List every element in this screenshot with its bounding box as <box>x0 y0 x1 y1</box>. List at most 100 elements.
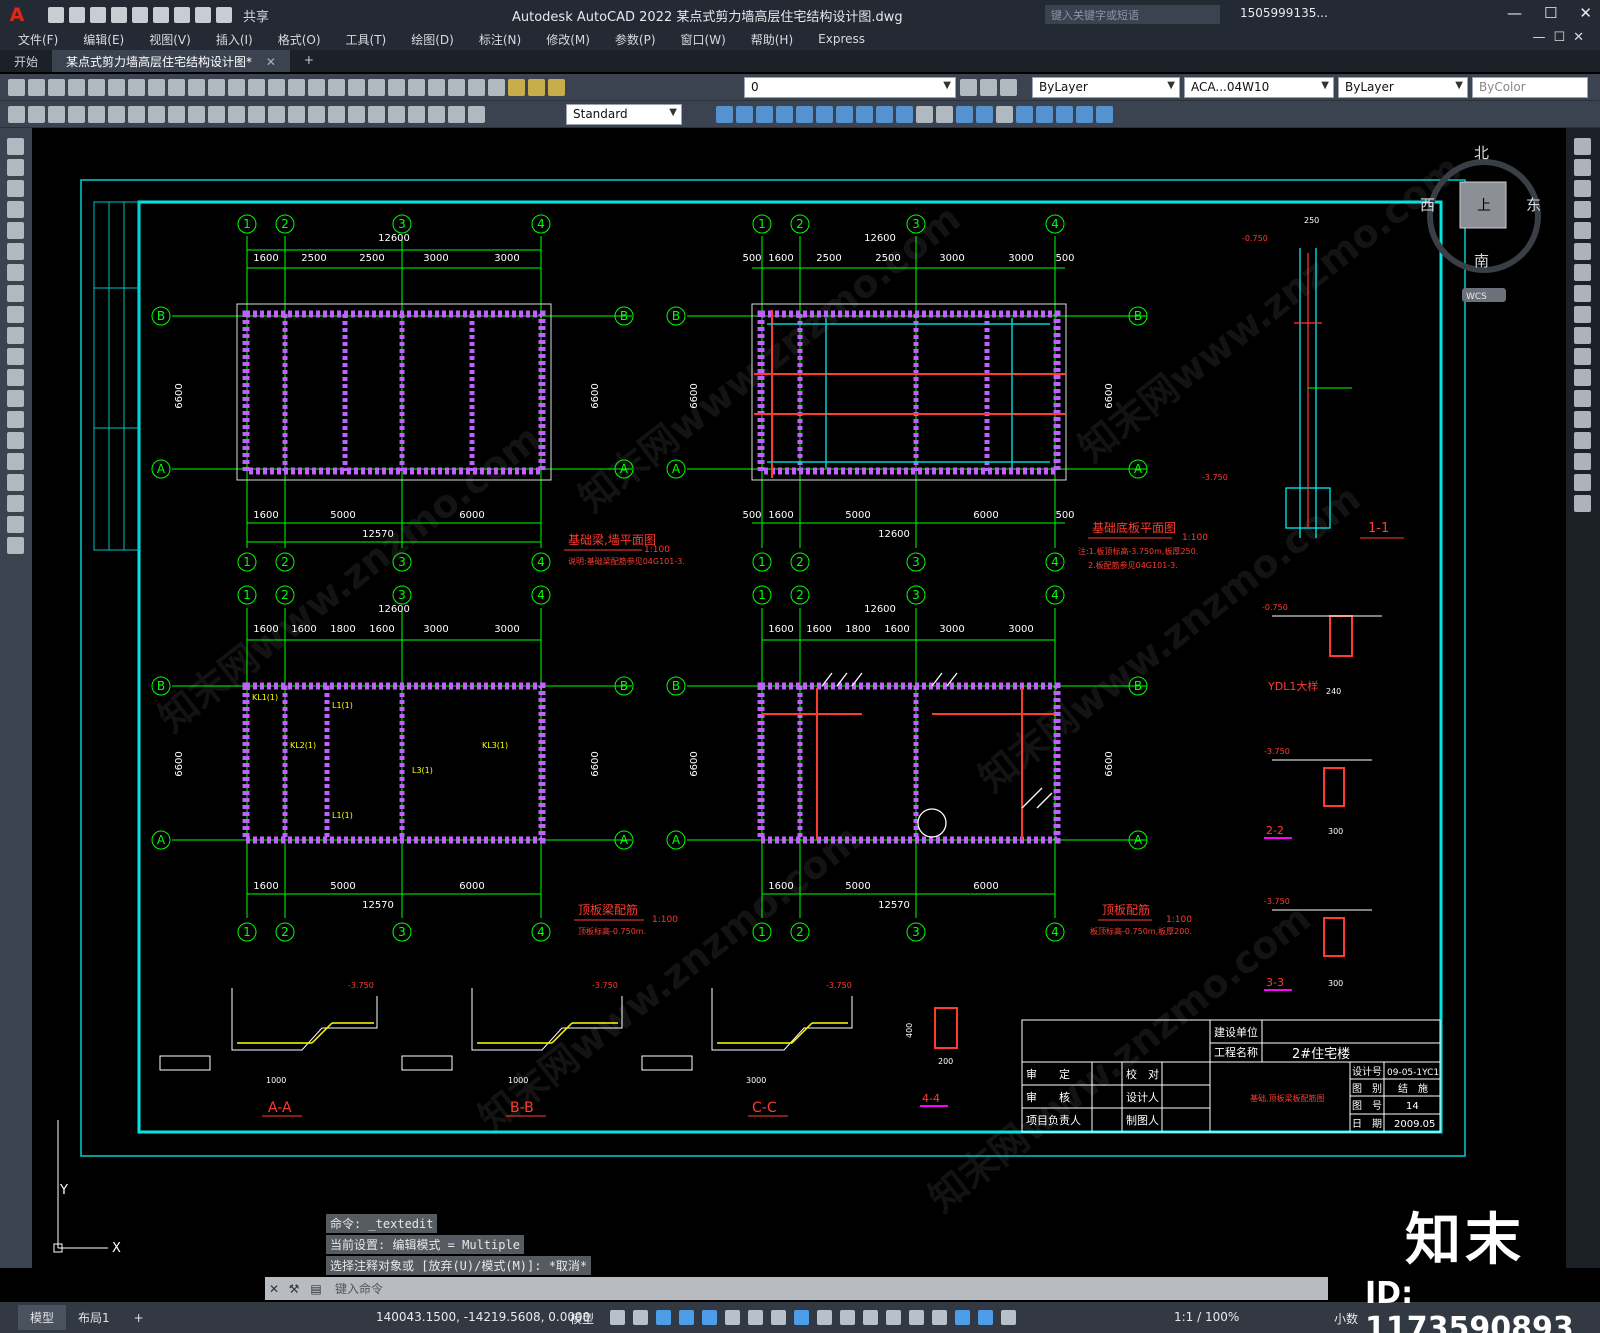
share-button[interactable]: 共享 <box>243 6 269 25</box>
preview-icon[interactable] <box>88 79 105 96</box>
close-tab-icon[interactable]: ✕ <box>266 55 276 69</box>
fillet-icon[interactable] <box>1574 453 1591 470</box>
menu-insert[interactable]: 插入(I) <box>216 31 253 48</box>
design-center-icon[interactable] <box>368 79 385 96</box>
circle-icon[interactable] <box>7 264 24 281</box>
view-front-icon[interactable] <box>796 106 813 123</box>
jogged-icon[interactable] <box>108 106 125 123</box>
close-command-icon[interactable]: ✕ <box>265 1282 283 1296</box>
add-layout-button[interactable]: + <box>122 1307 156 1329</box>
pan-icon[interactable] <box>268 79 285 96</box>
mtext-icon[interactable] <box>7 516 24 533</box>
menu-edit[interactable]: 编辑(E) <box>83 31 124 48</box>
sheet-set-icon[interactable] <box>408 79 425 96</box>
menu-format[interactable]: 格式(O) <box>278 31 321 48</box>
maximize-button[interactable]: ☐ <box>1544 4 1557 22</box>
tab-drawing[interactable]: 某点式剪力墙高层住宅结构设计图* ✕ <box>52 50 290 72</box>
continue-icon[interactable] <box>208 106 225 123</box>
zoom-window-icon[interactable] <box>308 79 325 96</box>
drawing-canvas[interactable]: 知末网www.znzmo.com 知末网www.znzmo.com 知末网www… <box>32 128 1566 1268</box>
ortho-icon[interactable] <box>702 1310 717 1325</box>
arc-length-icon[interactable] <box>48 106 65 123</box>
space-icon[interactable] <box>228 106 245 123</box>
plotstyle-dropdown[interactable]: ByColor <box>1472 77 1588 98</box>
mtext-icon[interactable] <box>468 106 485 123</box>
dynamic-ucs-icon[interactable] <box>909 1310 924 1325</box>
tab-model[interactable]: 模型 <box>18 1305 67 1330</box>
snap-icon[interactable] <box>633 1310 648 1325</box>
text-icon[interactable] <box>448 106 465 123</box>
array-icon[interactable] <box>1574 222 1591 239</box>
make-block-icon[interactable] <box>7 390 24 407</box>
viewcube[interactable]: 上 北 南 东 西 WCS <box>1420 144 1541 302</box>
cut-icon[interactable] <box>128 79 145 96</box>
annotation-visibility-icon[interactable] <box>978 1310 993 1325</box>
ellipse-arc-icon[interactable] <box>7 348 24 365</box>
line-icon[interactable] <box>7 138 24 155</box>
undo-icon[interactable] <box>195 7 211 23</box>
osnap-icon[interactable] <box>794 1310 809 1325</box>
hatch-icon[interactable] <box>7 432 24 449</box>
user-account[interactable]: 1505999135... <box>1240 6 1328 20</box>
layer-manager-icon[interactable] <box>488 79 505 96</box>
tab-layout1[interactable]: 布局1 <box>66 1305 122 1330</box>
ucs-world-icon[interactable] <box>936 106 953 123</box>
layer-dropdown[interactable]: 0 ▼ <box>744 77 956 98</box>
paste-icon[interactable] <box>168 79 185 96</box>
walk-icon[interactable] <box>1036 106 1053 123</box>
table-icon[interactable] <box>428 106 445 123</box>
spline-icon[interactable] <box>7 306 24 323</box>
stretch-icon[interactable] <box>1574 306 1591 323</box>
dim-text-edit-icon[interactable] <box>368 106 385 123</box>
menu-tools[interactable]: 工具(T) <box>346 31 387 48</box>
command-input[interactable]: 键入命令 <box>335 1280 383 1297</box>
matchprop-icon[interactable] <box>188 79 205 96</box>
coordinate-readout[interactable]: 140043.1500, -14219.5608, 0.0000 <box>376 1310 590 1324</box>
3d-osnap-icon[interactable] <box>886 1310 901 1325</box>
add-selected-icon[interactable] <box>7 537 24 554</box>
revcloud-icon[interactable] <box>7 285 24 302</box>
menu-draw[interactable]: 绘图(D) <box>411 31 454 48</box>
color-dropdown[interactable]: ByLayer ▼ <box>1032 77 1180 98</box>
construction-line-icon[interactable] <box>7 159 24 176</box>
compass-north[interactable]: 北 <box>1474 144 1489 162</box>
wcs-menu[interactable]: WCS <box>1466 292 1487 302</box>
units-setting[interactable]: 小数 <box>1334 1310 1358 1327</box>
table-icon[interactable] <box>7 495 24 512</box>
document-window-controls[interactable]: —☐✕ <box>1532 30 1592 45</box>
isodraft-icon[interactable] <box>748 1310 763 1325</box>
view-sw-icon[interactable] <box>836 106 853 123</box>
join-icon[interactable] <box>1574 411 1591 428</box>
compass-south[interactable]: 南 <box>1474 252 1489 270</box>
viewcube-top[interactable]: 上 <box>1477 198 1491 214</box>
undo-icon[interactable] <box>228 79 245 96</box>
annotation-scale[interactable]: 1:1 / 100% <box>1174 1310 1239 1324</box>
dim-update-icon[interactable] <box>388 106 405 123</box>
menu-view[interactable]: 视图(V) <box>149 31 191 48</box>
extend-icon[interactable] <box>1574 348 1591 365</box>
new-icon[interactable] <box>48 7 64 23</box>
customize-icon[interactable]: ⚒ <box>283 1282 305 1296</box>
lineweight-icon[interactable] <box>817 1310 832 1325</box>
view-back-icon[interactable] <box>816 106 833 123</box>
menu-parametric[interactable]: 参数(P) <box>615 31 656 48</box>
view-left-icon[interactable] <box>756 106 773 123</box>
close-button[interactable]: ✕ <box>1579 4 1592 22</box>
menu-file[interactable]: 文件(F) <box>18 31 58 48</box>
scale-icon[interactable] <box>1574 285 1591 302</box>
visual-style-icon[interactable] <box>956 106 973 123</box>
move-icon[interactable] <box>1574 243 1591 260</box>
rotate-icon[interactable] <box>1574 264 1591 281</box>
selection-cycling-icon[interactable] <box>863 1310 878 1325</box>
redo-icon[interactable] <box>216 7 232 23</box>
selection-filter-icon[interactable] <box>932 1310 947 1325</box>
layer-states-icon[interactable] <box>1000 79 1017 96</box>
zoom-realtime-icon[interactable] <box>288 79 305 96</box>
region-icon[interactable] <box>7 474 24 491</box>
jogged-linear-icon[interactable] <box>328 106 345 123</box>
linetype-dropdown[interactable]: ACA...04W10 ▼ <box>1184 77 1334 98</box>
qnew-icon[interactable] <box>8 79 25 96</box>
redo-icon[interactable] <box>248 79 265 96</box>
diameter-icon[interactable] <box>128 106 145 123</box>
trim-icon[interactable] <box>1574 327 1591 344</box>
